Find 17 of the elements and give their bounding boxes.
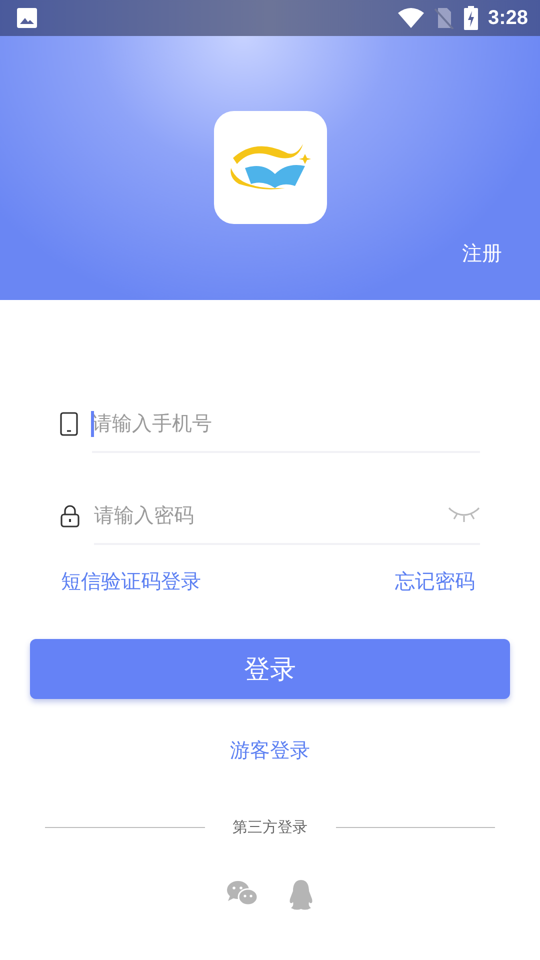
status-time: 3:28 (488, 6, 528, 30)
no-sim-icon (434, 7, 454, 29)
wifi-icon (398, 8, 424, 28)
phone-field[interactable]: 请输入手机号 (92, 411, 480, 435)
login-button[interactable]: 登录 (30, 639, 510, 699)
third-party-title: 第三方登录 (232, 818, 308, 837)
closed-eye-icon[interactable] (448, 506, 480, 524)
lock-icon (60, 504, 80, 528)
guest-login-link[interactable]: 游客登录 (230, 737, 310, 764)
image-icon (16, 7, 38, 29)
phone-icon (60, 412, 78, 436)
password-field[interactable]: 请输入密码 (94, 503, 448, 527)
penguin-icon[interactable] (288, 879, 314, 911)
register-link[interactable]: 注册 (462, 240, 502, 267)
sms-login-link[interactable]: 短信验证码登录 (61, 568, 201, 595)
forgot-password-link[interactable]: 忘记密码 (395, 568, 475, 595)
battery-charging-icon (464, 6, 478, 30)
